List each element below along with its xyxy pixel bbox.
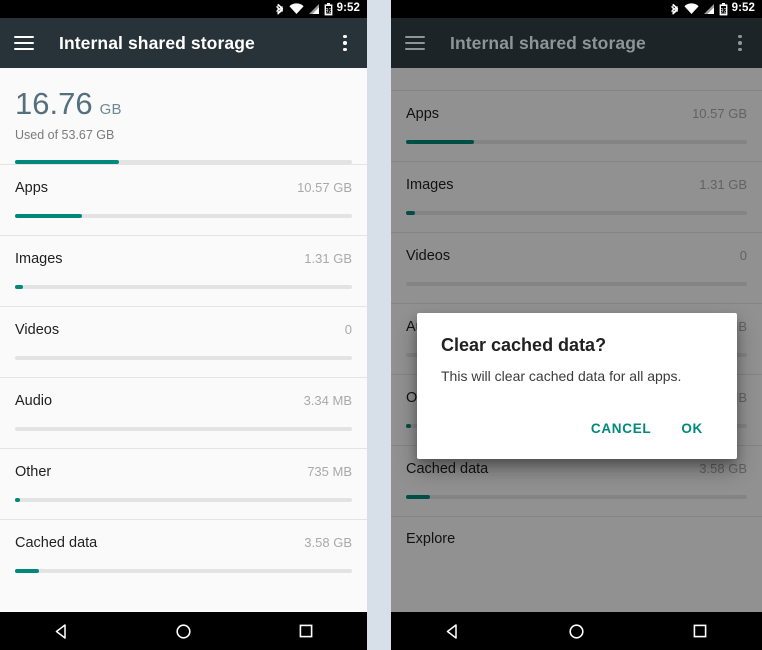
storage-used-subtitle: Used of 53.67 GB bbox=[15, 128, 115, 142]
dialog-actions: CANCEL OK bbox=[441, 414, 713, 449]
phone-screen-right: 92 9:52 Internal shared storage Apps 10.… bbox=[391, 0, 762, 650]
progress-fill bbox=[15, 498, 20, 502]
hamburger-icon[interactable] bbox=[405, 35, 425, 51]
table-row[interactable]: Apps 10.57 GB bbox=[0, 164, 367, 235]
page-title: Internal shared storage bbox=[450, 32, 646, 53]
dual-screenshot-stage: 92 9:52 Internal shared storage 16.76 GB… bbox=[0, 0, 762, 650]
ok-button[interactable]: OK bbox=[671, 414, 713, 443]
row-value: 0 bbox=[344, 322, 352, 337]
storage-category-list-left: Apps 10.57 GB Images 1.31 GB Videos 0 Au… bbox=[0, 164, 367, 590]
cancel-button[interactable]: CANCEL bbox=[581, 414, 661, 443]
progress-track bbox=[15, 214, 352, 218]
overflow-menu-icon[interactable] bbox=[343, 34, 347, 52]
page-title: Internal shared storage bbox=[59, 32, 255, 53]
svg-text:92: 92 bbox=[325, 8, 332, 14]
battery-icon: 92 bbox=[719, 2, 728, 16]
back-triangle-icon[interactable] bbox=[423, 612, 483, 650]
row-value: 1.31 GB bbox=[304, 251, 352, 266]
storage-content-left: 16.76 GB Used of 53.67 GB Apps 10.57 GB bbox=[0, 68, 367, 612]
home-circle-icon[interactable] bbox=[546, 612, 606, 650]
progress-track bbox=[15, 569, 352, 573]
hamburger-icon[interactable] bbox=[14, 35, 34, 51]
row-value: 10.57 GB bbox=[297, 180, 352, 195]
table-row[interactable]: Audio 3.34 MB bbox=[0, 377, 367, 448]
bluetooth-icon bbox=[670, 3, 680, 15]
storage-summary: 16.76 GB Used of 53.67 GB bbox=[0, 68, 367, 164]
recents-square-icon[interactable] bbox=[276, 612, 336, 650]
storage-used-total: 16.76 GB bbox=[15, 88, 352, 119]
row-label: Cached data bbox=[15, 535, 98, 551]
progress-fill bbox=[15, 285, 24, 289]
table-row[interactable]: Images 1.31 GB bbox=[0, 235, 367, 306]
table-row[interactable]: Cached data 3.58 GB bbox=[0, 519, 367, 590]
table-row[interactable]: Other 735 MB bbox=[0, 448, 367, 519]
back-triangle-icon[interactable] bbox=[31, 612, 91, 650]
wifi-icon bbox=[683, 3, 699, 15]
home-circle-icon[interactable] bbox=[153, 612, 213, 650]
storage-content-right: Apps 10.57 GB Images 1.31 GB Videos 0 MB… bbox=[391, 68, 762, 612]
app-bar-left: Internal shared storage bbox=[0, 18, 367, 68]
row-label: Audio bbox=[15, 393, 53, 409]
row-label: Images bbox=[15, 251, 63, 267]
bluetooth-icon bbox=[275, 3, 285, 15]
progress-track bbox=[15, 285, 352, 289]
dialog-message: This will clear cached data for all apps… bbox=[441, 368, 682, 384]
clear-cached-data-dialog: Clear cached data? This will clear cache… bbox=[417, 313, 737, 459]
recents-square-icon[interactable] bbox=[670, 612, 730, 650]
signal-icon bbox=[308, 3, 320, 15]
storage-used-value: 16.76 bbox=[15, 86, 93, 121]
progress-track bbox=[15, 356, 352, 360]
status-bar-clock: 9:52 bbox=[731, 2, 755, 15]
phone-screen-left: 92 9:52 Internal shared storage 16.76 GB… bbox=[0, 0, 367, 650]
signal-icon bbox=[703, 3, 715, 15]
row-value: 735 MB bbox=[307, 464, 352, 479]
storage-used-unit: GB bbox=[99, 101, 122, 118]
row-label: Apps bbox=[15, 180, 49, 196]
progress-track bbox=[15, 427, 352, 431]
dialog-title: Clear cached data? bbox=[441, 335, 607, 355]
svg-text:92: 92 bbox=[720, 8, 727, 14]
row-value: 3.58 GB bbox=[304, 535, 352, 550]
nav-bar-left bbox=[0, 612, 367, 650]
row-value: 3.34 MB bbox=[303, 393, 352, 408]
progress-track bbox=[15, 498, 352, 502]
overflow-menu-icon[interactable] bbox=[738, 34, 742, 52]
row-label: Videos bbox=[15, 322, 60, 338]
table-row[interactable]: Videos 0 bbox=[0, 306, 367, 377]
status-bar-clock: 9:52 bbox=[336, 2, 360, 15]
row-label: Other bbox=[15, 464, 52, 480]
app-bar-right: Internal shared storage bbox=[391, 18, 762, 68]
progress-fill bbox=[15, 214, 83, 218]
status-bar-right: 92 9:52 bbox=[391, 0, 762, 18]
nav-bar-right bbox=[391, 612, 762, 650]
battery-icon: 92 bbox=[324, 2, 333, 16]
wifi-icon bbox=[288, 3, 304, 15]
progress-fill bbox=[15, 569, 39, 573]
status-bar-left: 92 9:52 bbox=[0, 0, 367, 18]
